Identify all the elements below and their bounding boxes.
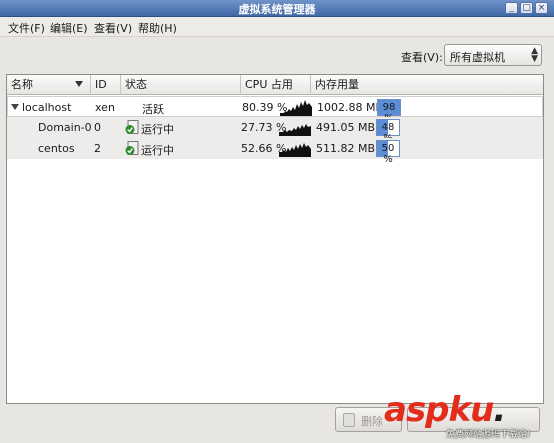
window-title: 虚拟系统管理器 <box>238 3 316 16</box>
view-filter-select[interactable]: 所有虚拟机 ▲ ▼ <box>444 44 542 66</box>
watermark-logo: aspku. <box>384 390 506 430</box>
vm-table: 名称 ID 状态 CPU 占用 内存用量 localhost xen 活跃 80… <box>6 74 544 404</box>
table-row[interactable]: Domain-0 0 运行中 27.73 % 491.05 MB 48 % <box>7 117 543 144</box>
close-button[interactable]: × <box>535 2 548 14</box>
watermark-logo-text: aspku <box>384 390 494 430</box>
minimize-button[interactable]: _ <box>505 2 518 14</box>
running-icon <box>125 120 139 134</box>
row-memory: 1002.88 MB <box>317 101 384 114</box>
menu-view[interactable]: 查看(V) <box>94 20 132 36</box>
trash-icon <box>343 413 355 427</box>
cpu-history-graph <box>280 100 312 116</box>
watermark-logo-dot: . <box>493 390 506 430</box>
row-status: 活跃 <box>142 103 164 116</box>
column-header-memory[interactable]: 内存用量 <box>311 75 543 95</box>
column-header-id[interactable]: ID <box>91 75 121 95</box>
sort-descending-icon <box>75 81 83 87</box>
row-name: centos <box>38 142 75 155</box>
row-name: Domain-0 <box>38 121 92 134</box>
row-id: 0 <box>94 121 101 134</box>
view-filter-label: 查看(V): <box>401 51 443 64</box>
row-memory: 491.05 MB <box>316 121 376 134</box>
cpu-history-graph <box>279 124 311 136</box>
menu-bar: 文件(F) 编辑(E) 查看(V) 帮助(H) <box>0 17 554 37</box>
menu-file[interactable]: 文件(F) <box>8 20 45 36</box>
row-id: xen <box>95 101 115 114</box>
table-row[interactable]: localhost xen 活跃 80.39 % 1002.88 MB 98 % <box>7 96 543 124</box>
memory-usage-percent: 50 % <box>381 143 395 165</box>
menu-edit[interactable]: 编辑(E) <box>50 20 88 36</box>
table-row[interactable]: centos 2 运行中 52.66 % 511.82 MB 50 % <box>7 138 543 165</box>
cpu-history-graph <box>279 143 311 157</box>
running-icon <box>125 141 139 155</box>
row-id: 2 <box>94 142 101 155</box>
title-bar: 虚拟系统管理器 _ □ × <box>0 0 554 17</box>
column-header-cpu[interactable]: CPU 占用 <box>241 75 311 95</box>
expander-arrow-icon[interactable] <box>11 104 19 110</box>
watermark-caption: 免费网站源码下载站! <box>446 430 531 440</box>
row-status: 运行中 <box>141 144 174 157</box>
table-header: 名称 ID 状态 CPU 占用 内存用量 <box>7 75 543 95</box>
menu-help[interactable]: 帮助(H) <box>138 20 177 36</box>
column-header-name[interactable]: 名称 <box>7 75 91 95</box>
row-status: 运行中 <box>141 123 174 136</box>
maximize-button[interactable]: □ <box>520 2 533 14</box>
delete-button-label: 删除 <box>361 415 383 428</box>
updown-arrow-icon: ▲ ▼ <box>531 46 538 64</box>
memory-usage-bar: 98 % <box>377 99 401 124</box>
column-header-label: 名称 <box>11 78 33 91</box>
memory-usage-bar: 48 % <box>376 119 400 144</box>
column-header-status[interactable]: 状态 <box>121 75 241 95</box>
memory-usage-bar: 50 % <box>376 140 400 165</box>
view-filter-value: 所有虚拟机 <box>450 51 505 64</box>
row-memory: 511.82 MB <box>316 142 376 155</box>
row-name: localhost <box>22 101 72 114</box>
